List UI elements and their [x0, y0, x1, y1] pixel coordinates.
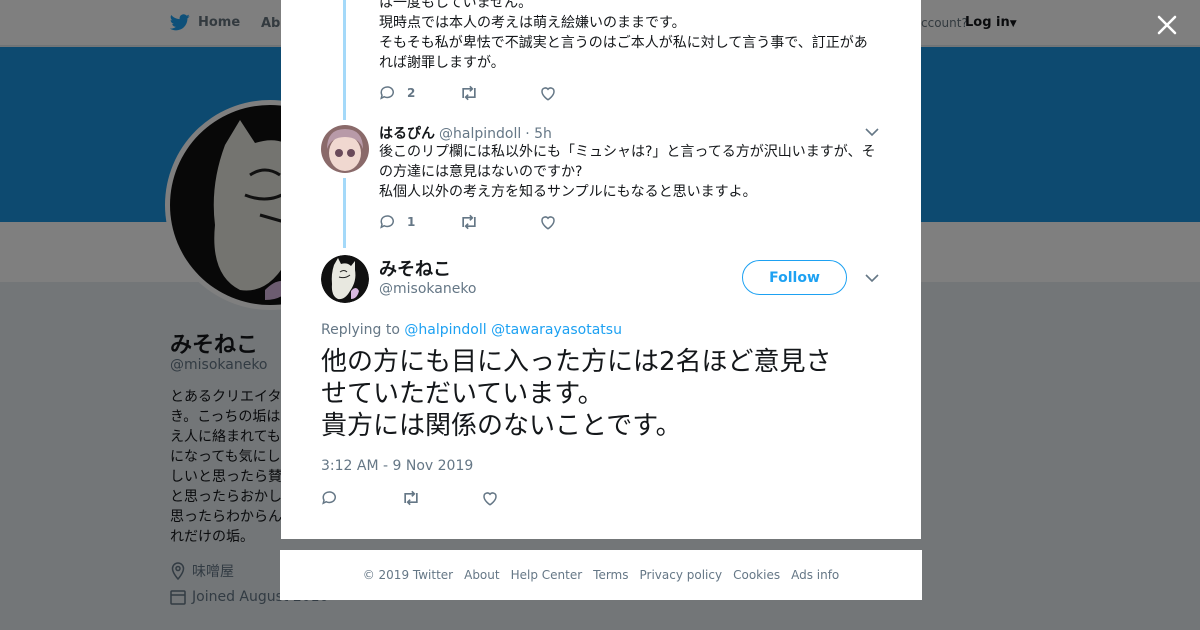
mention-link[interactable]: @halpindoll	[404, 322, 486, 338]
thread-connector-line	[343, 0, 346, 120]
footer-link-ads-info[interactable]: Ads info	[791, 568, 839, 582]
footer-link-about[interactable]: About	[464, 568, 499, 582]
main-tweet-actions	[321, 489, 561, 507]
retweet-icon	[462, 85, 476, 101]
like-button[interactable]	[481, 489, 561, 507]
replying-to: Replying to @halpindoll @tawarayasotatsu	[321, 322, 622, 338]
chevron-down-icon[interactable]	[865, 272, 879, 284]
reply-tweet-text: 後このリプ欄には私以外にも「ミュシャは?」と言ってる方が沢山いますが、そ の方達…	[379, 144, 876, 200]
footer-link-privacy-policy[interactable]: Privacy policy	[640, 568, 723, 582]
main-tweet-timestamp[interactable]: 3:12 AM - 9 Nov 2019	[321, 458, 473, 474]
tweet-permalink-modal: は一度もしていません。 現時点では本人の考えは萌え絵嫌いのままです。 そもそも私…	[281, 0, 921, 539]
reply-tweet-header: はるぴん @halpindoll · 5h	[379, 123, 552, 143]
reply-tweet-actions: 1	[379, 213, 619, 231]
footer-copyright: © 2019 Twitter	[362, 568, 454, 582]
reply-button[interactable]: 2	[379, 84, 459, 102]
footer-link-help-center[interactable]: Help Center	[511, 568, 583, 582]
retweet-button[interactable]	[459, 84, 539, 102]
reply-author-handle[interactable]: @halpindoll	[439, 126, 521, 142]
reply-icon	[322, 491, 336, 505]
reply-icon	[380, 215, 394, 229]
cat-avatar-image	[321, 255, 369, 303]
main-author-avatar[interactable]	[321, 255, 369, 303]
like-icon	[541, 216, 555, 230]
like-icon	[541, 87, 555, 101]
main-author-name[interactable]: みそねこ	[379, 255, 451, 281]
main-tweet-text: 他の方にも目に入った方には2名ほど意見さ せていただいています。 貴方には関係の…	[321, 347, 832, 441]
footer-link-cookies[interactable]: Cookies	[733, 568, 780, 582]
footer: © 2019 Twitter About Help Center Terms P…	[280, 550, 922, 600]
reply-icon	[380, 86, 394, 100]
main-author-handle[interactable]: @misokaneko	[379, 281, 477, 297]
replying-prefix: Replying to	[321, 322, 400, 338]
doll-avatar-image	[321, 125, 369, 173]
retweet-button[interactable]	[459, 213, 539, 231]
reply-author-name[interactable]: はるぴん	[379, 123, 435, 143]
reply-button[interactable]	[321, 489, 401, 507]
reply-button[interactable]: 1	[379, 213, 459, 231]
retweet-icon	[462, 214, 476, 230]
reply-tweet-time[interactable]: · 5h	[525, 126, 552, 142]
retweet-button[interactable]	[401, 489, 481, 507]
like-icon	[483, 492, 497, 506]
thread-connector-line	[343, 178, 346, 248]
like-button[interactable]	[539, 213, 619, 231]
retweet-icon	[404, 490, 418, 506]
prev-tweet-text: は一度もしていません。 現時点では本人の考えは萌え絵嫌いのままです。 そもそも私…	[379, 0, 868, 71]
reply-count: 1	[407, 215, 416, 229]
mention-link[interactable]: @tawarayasotatsu	[491, 322, 622, 338]
footer-link-terms[interactable]: Terms	[593, 568, 628, 582]
prev-tweet-actions: 2	[379, 84, 619, 102]
follow-button[interactable]: Follow	[742, 260, 847, 295]
chevron-down-icon[interactable]	[865, 126, 879, 138]
like-button[interactable]	[539, 84, 619, 102]
reply-author-avatar[interactable]	[321, 125, 369, 173]
reply-count: 2	[407, 86, 416, 100]
close-icon[interactable]	[1154, 12, 1180, 38]
